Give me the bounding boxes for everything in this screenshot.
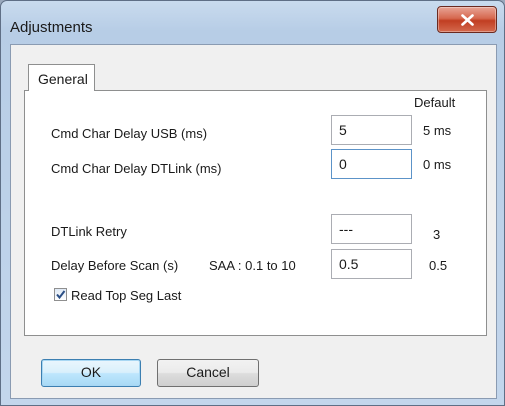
dtlink-retry-label: DTLink Retry xyxy=(51,224,127,239)
read-top-seg-last-checkbox[interactable] xyxy=(54,288,67,301)
cmd-char-delay-dtlink-default: 0 ms xyxy=(423,157,452,172)
window-title: Adjustments xyxy=(10,19,93,36)
cancel-button[interactable]: Cancel xyxy=(157,359,259,387)
delay-before-scan-label: Delay Before Scan (s) xyxy=(51,258,179,273)
ok-button[interactable]: OK xyxy=(41,359,141,387)
tab-general[interactable]: General xyxy=(28,64,95,91)
cmd-char-delay-usb-input[interactable]: 5 xyxy=(331,115,412,145)
cmd-char-delay-dtlink-input[interactable]: 0 xyxy=(331,149,412,179)
cmd-char-delay-dtlink-label: Cmd Char Delay DTLink (ms) xyxy=(51,161,222,176)
read-top-seg-last-label[interactable]: Read Top Seg Last xyxy=(71,288,181,303)
default-column-header: Default xyxy=(414,95,456,110)
delay-before-scan-default: 0.5 xyxy=(429,258,448,273)
checkmark-icon xyxy=(56,290,66,300)
dtlink-retry-default: 3 xyxy=(433,227,441,242)
cmd-char-delay-usb-label: Cmd Char Delay USB (ms) xyxy=(51,126,208,141)
delay-before-scan-input[interactable]: 0.5 xyxy=(331,249,412,279)
adjustments-dialog: Adjustments General Default Cmd Char Del… xyxy=(0,0,505,406)
dtlink-retry-input[interactable]: --- xyxy=(331,214,412,244)
delay-before-scan-range: SAA : 0.1 to 10 xyxy=(209,258,296,273)
close-icon xyxy=(461,14,474,26)
close-button[interactable] xyxy=(437,6,497,33)
cmd-char-delay-usb-default: 5 ms xyxy=(423,123,452,138)
